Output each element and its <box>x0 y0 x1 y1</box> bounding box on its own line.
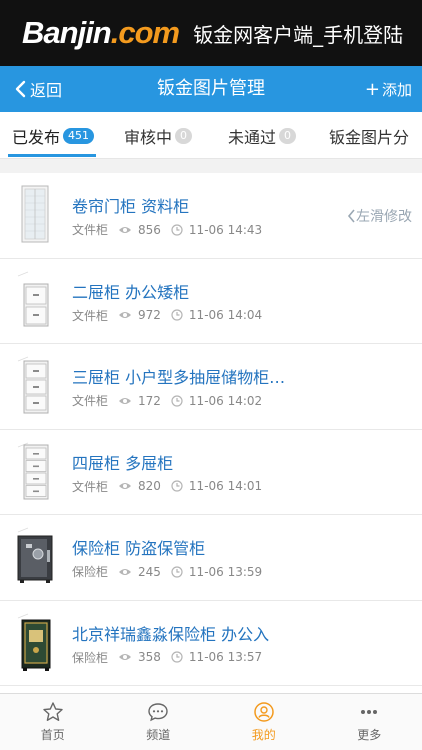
clock-icon <box>171 565 183 578</box>
item-time: 11-06 14:01 <box>188 479 263 493</box>
list-item[interactable]: 北京祥瑞鑫淼保险柜 办公入 保险柜 358 11-06 13:57 <box>0 600 422 686</box>
item-meta: 保险柜 358 11-06 13:57 <box>72 649 262 666</box>
item-category: 保险柜 <box>72 565 109 579</box>
item-views: 245 <box>138 564 161 579</box>
item-views: 972 <box>138 308 161 322</box>
nav-channel[interactable]: 频道 <box>106 694 212 750</box>
eye-icon <box>119 483 132 489</box>
clock-icon <box>171 309 183 321</box>
item-views: 856 <box>138 222 161 237</box>
tab-label: 钣金图片分 <box>329 127 410 147</box>
swipe-hint: 左滑修改 <box>347 206 412 226</box>
item-title: 三屉柜 小户型多抽屉储物柜… <box>72 368 286 387</box>
eye-icon <box>119 312 132 318</box>
banjin-logo: Banjin.com <box>22 15 180 50</box>
list-separator <box>0 159 422 173</box>
star-icon <box>43 702 63 721</box>
app-banner: Banjin.com 钣金网客户端_手机登陆 <box>0 0 422 66</box>
chevron-left-icon <box>347 209 355 223</box>
item-time: 11-06 13:57 <box>188 650 263 664</box>
three-drawer-cabinet-thumbnail <box>17 356 49 414</box>
nav-bar: 返回 钣金图片管理 + 添加 <box>0 66 422 112</box>
item-title: 二屉柜 办公矮柜 <box>72 282 190 302</box>
item-views: 820 <box>138 479 161 493</box>
item-views: 172 <box>138 393 161 408</box>
clock-icon <box>171 394 183 407</box>
clock-icon <box>171 651 183 663</box>
list-item[interactable]: 二屉柜 办公矮柜 文件柜 972 11-06 14:04 <box>0 258 422 344</box>
nav-mine-label: 我的 <box>251 728 276 742</box>
item-title: 四屉柜 多屉柜 <box>72 453 174 473</box>
eye-icon <box>119 226 132 233</box>
list-item[interactable]: 卷帘门柜 资料柜 文件柜 856 11-06 14:43 左滑修改 <box>0 173 422 259</box>
tab-label: 已发布 <box>12 127 61 147</box>
nav-mine[interactable]: 我的 <box>211 694 317 750</box>
item-title: 保险柜 防盗保管柜 <box>72 539 206 558</box>
clock-icon <box>171 223 183 236</box>
item-time: 11-06 14:43 <box>188 222 263 237</box>
item-category: 文件柜 <box>72 308 109 323</box>
nav-more-label: 更多 <box>357 728 382 742</box>
tab-image-category[interactable]: 钣金图片分 <box>329 112 410 158</box>
nav-home[interactable]: 首页 <box>0 694 106 750</box>
eye-icon <box>119 654 132 660</box>
item-time: 11-06 14:02 <box>188 393 263 408</box>
add-label: 添加 <box>381 80 412 99</box>
item-category: 保险柜 <box>72 650 109 665</box>
bottom-tab-bar: 首页 频道 我的 更多 <box>0 693 422 750</box>
count-badge: 0 <box>175 127 193 144</box>
eye-icon <box>119 397 132 404</box>
count-badge: 0 <box>279 127 297 144</box>
nav-more[interactable]: 更多 <box>317 694 422 750</box>
back-label: 返回 <box>30 81 63 100</box>
safe-thumbnail <box>17 527 53 583</box>
list-item[interactable]: 保险柜 防盗保管柜 保险柜 245 11-06 13:59 <box>0 515 422 601</box>
item-meta: 文件柜 820 11-06 14:01 <box>72 478 262 495</box>
image-list: 卷帘门柜 资料柜 文件柜 856 11-06 14:43 左滑修改 二屉柜 办公… <box>0 173 422 686</box>
add-button[interactable]: + 添加 <box>365 66 412 112</box>
four-drawer-cabinet-thumbnail <box>17 442 49 499</box>
item-meta: 文件柜 856 11-06 14:43 <box>72 221 262 238</box>
item-meta: 保险柜 245 11-06 13:59 <box>72 563 262 580</box>
item-meta: 文件柜 972 11-06 14:04 <box>72 307 262 324</box>
page-title: 钣金图片管理 <box>157 78 265 99</box>
status-tabs: 已发布 451 审核中 0 未通过 0 钣金图片分 <box>0 112 422 159</box>
tab-rejected[interactable]: 未通过 0 <box>228 112 297 158</box>
item-time: 11-06 14:04 <box>188 308 263 322</box>
tab-reviewing[interactable]: 审核中 0 <box>124 112 193 158</box>
item-title: 北京祥瑞鑫淼保险柜 办公入 <box>72 624 270 644</box>
user-icon <box>254 702 274 722</box>
list-item[interactable]: 三屉柜 小户型多抽屉储物柜… 文件柜 172 11-06 14:02 <box>0 344 422 430</box>
count-badge: 451 <box>63 127 95 144</box>
item-time: 11-06 13:59 <box>188 564 263 579</box>
chevron-left-icon <box>15 80 26 98</box>
clock-icon <box>171 480 183 492</box>
item-title: 卷帘门柜 资料柜 <box>72 197 190 216</box>
chat-icon <box>148 703 168 722</box>
nav-channel-label: 频道 <box>146 728 171 742</box>
nav-home-label: 首页 <box>40 728 65 742</box>
item-category: 文件柜 <box>72 394 109 408</box>
tab-label: 未通过 <box>228 127 277 147</box>
active-tab-indicator <box>8 154 96 157</box>
tab-label: 审核中 <box>124 127 173 147</box>
list-item[interactable]: 四屉柜 多屉柜 文件柜 820 11-06 14:01 <box>0 429 422 515</box>
item-category: 文件柜 <box>72 479 109 494</box>
two-drawer-cabinet-thumbnail <box>17 271 49 326</box>
item-category: 文件柜 <box>72 223 109 237</box>
more-icon <box>361 710 378 714</box>
tab-published[interactable]: 已发布 451 <box>12 112 95 158</box>
roller-door-cabinet-thumbnail <box>21 185 49 243</box>
item-meta: 文件柜 172 11-06 14:02 <box>72 392 262 409</box>
swipe-hint-label: 左滑修改 <box>356 209 412 225</box>
banner-slogan: 钣金网客户端_手机登陆 <box>193 22 404 47</box>
plus-icon: + <box>364 78 380 100</box>
gold-safe-thumbnail <box>17 613 51 671</box>
eye-icon <box>119 568 132 575</box>
item-views: 358 <box>138 650 161 664</box>
back-button[interactable]: 返回 <box>14 66 62 112</box>
